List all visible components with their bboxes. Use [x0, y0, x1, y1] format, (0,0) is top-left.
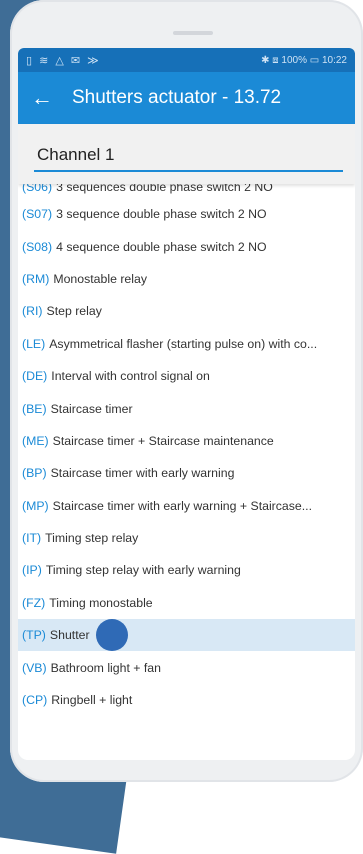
function-code: (TP): [22, 628, 46, 643]
function-label: Ringbell + light: [51, 693, 133, 708]
phone-frame: ▯ ≋ △ ✉ ≫ ✱ ⧈ 100% ▭ 10:22 ← Shutters ac…: [10, 0, 363, 782]
channel-selector[interactable]: Channel 1: [18, 124, 355, 184]
channel-underline: [34, 170, 343, 172]
function-list-item[interactable]: (RM) Monostable relay: [18, 263, 355, 295]
function-code: (LE): [22, 336, 46, 351]
function-label: Timing monostable: [49, 595, 153, 610]
function-label: 4 sequence double phase switch 2 NO: [56, 239, 267, 254]
function-label: Staircase timer with early warning: [50, 466, 235, 481]
channel-field[interactable]: Channel 1: [37, 145, 115, 165]
function-list-item[interactable]: (MP) Staircase timer with early warning +…: [18, 490, 355, 522]
function-list: (S06) 3 sequences double phase switch 2 N…: [18, 180, 355, 716]
function-code: (CP): [22, 693, 48, 708]
function-label: Timing step relay with early warning: [45, 563, 241, 578]
page-title: Shutters actuator - 13.72: [72, 87, 282, 108]
function-code: (S08): [22, 239, 53, 254]
function-label: Asymmetrical flasher (starting pulse on)…: [49, 336, 318, 351]
app-screen: ▯ ≋ △ ✉ ≫ ✱ ⧈ 100% ▭ 10:22 ← Shutters ac…: [18, 48, 355, 760]
status-bar: ▯ ≋ △ ✉ ≫ ✱ ⧈ 100% ▭ 10:22: [18, 48, 355, 72]
function-list-item[interactable]: (VB) Bathroom light + fan: [18, 651, 355, 683]
function-list-item[interactable]: (S08) 4 sequence double phase switch 2 NO: [18, 230, 355, 262]
function-code: (ME): [22, 433, 49, 448]
function-list-item[interactable]: (CP) Ringbell + light: [18, 684, 355, 716]
function-label: Bathroom light + fan: [50, 660, 161, 675]
function-code: (IT): [22, 531, 42, 546]
function-code: (S07): [22, 207, 53, 222]
function-list-item[interactable]: (BE) Staircase timer: [18, 392, 355, 424]
status-icons-left: ▯ ≋ △ ✉ ≫: [26, 54, 101, 67]
function-code: (MP): [22, 498, 49, 513]
function-list-item[interactable]: (BP) Staircase timer with early warning: [18, 457, 355, 489]
function-list-item[interactable]: (DE) Interval with control signal on: [18, 360, 355, 392]
function-list-item[interactable]: (LE) Asymmetrical flasher (starting pulse…: [18, 328, 355, 360]
function-label: Monostable relay: [53, 271, 147, 286]
function-label: Staircase timer: [50, 401, 133, 416]
app-bar: ← Shutters actuator - 13.72: [18, 72, 355, 124]
back-arrow-icon[interactable]: ←: [18, 85, 66, 111]
function-code: (FZ): [22, 595, 46, 610]
function-code: (RM): [22, 271, 50, 286]
function-label: Shutter: [49, 628, 90, 643]
function-list-item[interactable]: (S07) 3 sequence double phase switch 2 NO: [18, 198, 355, 230]
function-list-item[interactable]: (RI) Step relay: [18, 295, 355, 327]
function-code: (BE): [22, 401, 47, 416]
function-code: (DE): [22, 369, 48, 384]
function-list-item[interactable]: (TP) Shutter: [18, 619, 355, 652]
function-code: (RI): [22, 304, 43, 319]
function-code: (IP): [22, 563, 42, 578]
function-list-item[interactable]: (IP) Timing step relay with early warning: [18, 554, 355, 586]
function-label: Staircase timer with early warning + Sta…: [52, 498, 312, 513]
function-code: (VB): [22, 660, 47, 675]
function-list-item[interactable]: (IT) Timing step relay: [18, 522, 355, 554]
function-label: Step relay: [46, 304, 102, 319]
function-list-item[interactable]: (ME) Staircase timer + Staircase maintena…: [18, 425, 355, 457]
function-label: Interval with control signal on: [51, 369, 210, 384]
function-code: (BP): [22, 466, 47, 481]
function-label: Staircase timer + Staircase maintenance: [52, 433, 274, 448]
status-info-right: ✱ ⧈ 100% ▭ 10:22: [261, 54, 347, 66]
function-list-item[interactable]: (FZ) Timing monostable: [18, 587, 355, 619]
phone-speaker: [173, 31, 213, 35]
function-label: Timing step relay: [45, 531, 139, 546]
function-label: 3 sequence double phase switch 2 NO: [56, 207, 267, 222]
